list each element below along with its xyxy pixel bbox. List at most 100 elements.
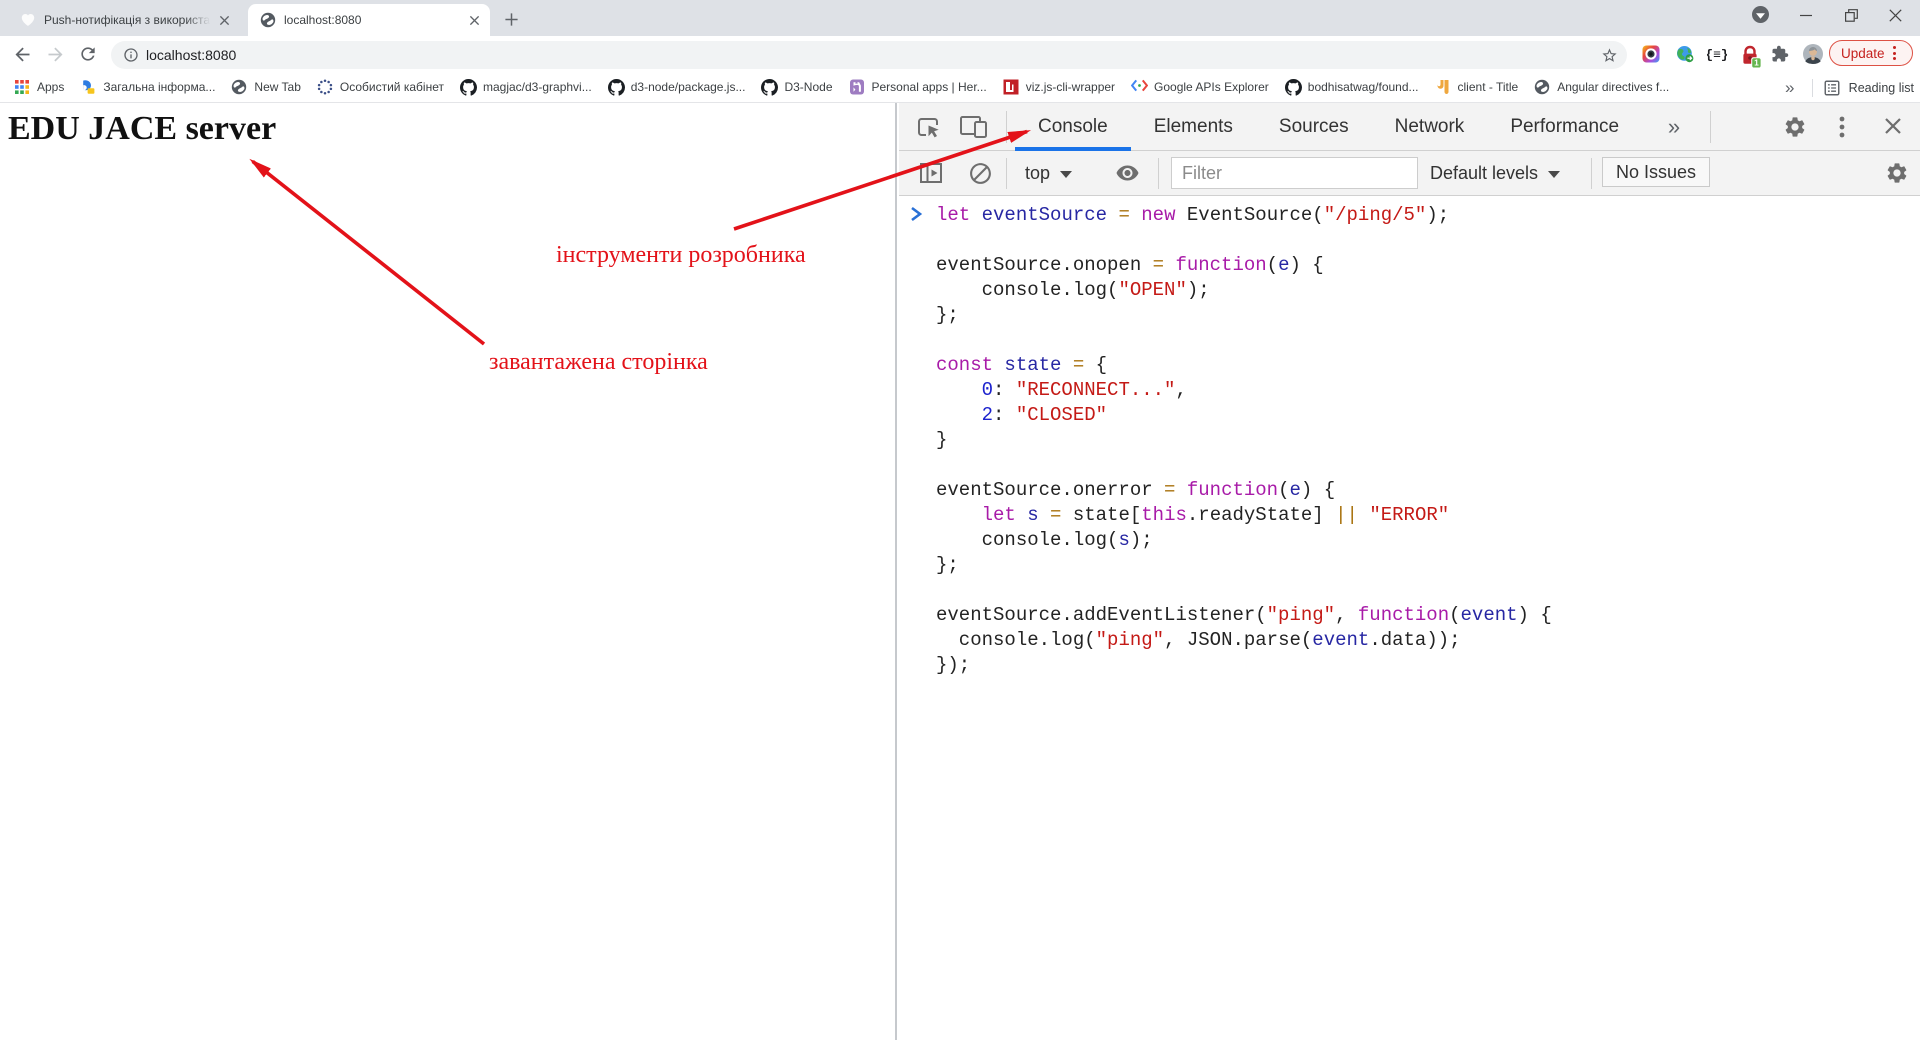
context-selector[interactable]: top: [1025, 158, 1072, 189]
console-code-line: console.log("OPEN");: [936, 278, 1552, 303]
profile-avatar[interactable]: [1803, 44, 1823, 64]
refresh-button[interactable]: [74, 40, 102, 68]
devtools-tab-elements[interactable]: Elements: [1131, 103, 1256, 151]
context-selector-label: top: [1025, 163, 1050, 184]
bookmarks-overflow-button[interactable]: »: [1778, 74, 1802, 102]
reading-list-label: Reading list: [1849, 81, 1914, 95]
dotted-spinner-icon: [317, 79, 333, 95]
console-settings-gear-icon[interactable]: [1885, 161, 1909, 185]
address-bar[interactable]: localhost:8080: [111, 41, 1627, 69]
inspect-element-icon[interactable]: [916, 114, 942, 140]
github-icon: [1285, 79, 1301, 95]
globe-dark-icon: [1534, 79, 1550, 95]
bookmark-label: Google APIs Explorer: [1154, 80, 1269, 94]
bookmark-item[interactable]: Apps: [14, 79, 64, 95]
devtools-close-icon[interactable]: [1883, 116, 1903, 136]
more-tabs-button[interactable]: »: [1661, 115, 1687, 139]
caret-down-icon: [1756, 6, 1765, 24]
console-code-line: console.log("ping", JSON.parse(event.dat…: [936, 628, 1552, 653]
tab-localhost[interactable]: localhost:8080: [248, 4, 490, 36]
clear-console-icon[interactable]: [967, 160, 993, 186]
window-close-button[interactable]: [1874, 0, 1916, 30]
menu-kebab-icon[interactable]: [1893, 46, 1896, 60]
bookmark-item[interactable]: Google APIs Explorer: [1131, 79, 1269, 95]
bookmark-label: New Tab: [254, 80, 300, 94]
bookmark-item[interactable]: Особистий кабінет: [317, 79, 444, 95]
extension-globe-icon[interactable]: [1676, 45, 1694, 63]
no-issues-button[interactable]: No Issues: [1602, 157, 1710, 187]
bookmark-label: Angular directives f...: [1557, 80, 1669, 94]
tab-strip: Push-нотифікація з використанн localhost…: [0, 0, 1920, 36]
devtools-tab-network[interactable]: Network: [1372, 103, 1488, 151]
bookmark-item[interactable]: viz.js-cli-wrapper: [1003, 79, 1115, 95]
tab-title: localhost:8080: [284, 13, 462, 27]
devtools-tab-sources[interactable]: Sources: [1256, 103, 1372, 151]
new-tab-button[interactable]: [498, 6, 524, 32]
console-code-line: [936, 328, 1552, 353]
toolbar-separator: [1006, 111, 1007, 143]
bookmark-item[interactable]: New Tab: [231, 79, 300, 95]
window-minimize-button[interactable]: [1785, 0, 1827, 30]
caret-down-icon: [1548, 171, 1560, 178]
update-button[interactable]: Update: [1829, 40, 1913, 66]
bookmarks-separator: [1812, 79, 1813, 97]
bookmarks-right: » Reading list: [1778, 72, 1920, 103]
ua-site-icon: [80, 79, 96, 95]
bookmark-item[interactable]: magjac/d3-graphvi...: [460, 79, 592, 95]
bookmark-item[interactable]: Personal apps | Her...: [849, 79, 987, 95]
bookmark-label: Загальна інформа...: [103, 80, 215, 94]
github-icon: [460, 79, 476, 95]
console-toolbar: top Filter Default levels No Issues: [899, 151, 1920, 196]
tab-search-button[interactable]: [1752, 6, 1769, 23]
device-toolbar-icon[interactable]: [959, 113, 989, 141]
tab-push-notification[interactable]: Push-нотифікація з використанн: [8, 4, 240, 36]
console-area[interactable]: let eventSource = new EventSource("/ping…: [899, 197, 1920, 1040]
console-input-code[interactable]: let eventSource = new EventSource("/ping…: [936, 203, 1552, 678]
github-icon: [761, 79, 777, 95]
console-sidebar-icon[interactable]: [918, 160, 944, 186]
toolbar-separator: [1710, 111, 1711, 143]
console-filter-input[interactable]: Filter: [1171, 157, 1418, 189]
console-code-line: let eventSource = new EventSource("/ping…: [936, 203, 1552, 228]
console-code-line: });: [936, 653, 1552, 678]
devtools-tab-performance[interactable]: Performance: [1487, 103, 1642, 151]
extension-camera-icon[interactable]: [1642, 45, 1660, 63]
reading-list-button[interactable]: Reading list: [1823, 79, 1914, 97]
bookmark-star-icon[interactable]: [1601, 47, 1618, 64]
bookmark-label: d3-node/package.js...: [631, 80, 746, 94]
extension-lock-icon[interactable]: 1: [1740, 45, 1762, 69]
bookmark-item[interactable]: Angular directives f...: [1534, 79, 1669, 95]
live-expression-eye-icon[interactable]: [1111, 161, 1143, 185]
tab-close-icon[interactable]: [216, 12, 232, 28]
back-button[interactable]: [8, 40, 36, 68]
devtools-tab-console[interactable]: Console: [1015, 103, 1131, 151]
devtools-kebab-icon[interactable]: [1837, 115, 1847, 139]
site-info-icon[interactable]: [123, 47, 139, 63]
forward-button[interactable]: [41, 40, 69, 68]
devtools-panel: ConsoleElementsSourcesNetworkPerformance…: [895, 103, 1920, 1040]
bookmark-item[interactable]: Загальна інформа...: [80, 79, 215, 95]
tab-close-icon[interactable]: [466, 12, 482, 28]
bookmark-label: Apps: [37, 80, 64, 94]
extensions-puzzle-icon[interactable]: [1771, 45, 1789, 63]
toolbar-separator: [1006, 158, 1007, 189]
extension-json-icon[interactable]: {≡}: [1707, 45, 1727, 63]
window-restore-button[interactable]: [1830, 0, 1872, 30]
bookmark-label: magjac/d3-graphvi...: [483, 80, 592, 94]
bookmark-item[interactable]: D3-Node: [761, 79, 832, 95]
log-levels-dropdown[interactable]: Default levels: [1430, 158, 1560, 189]
console-code-line: console.log(s);: [936, 528, 1552, 553]
bookmark-label: Особистий кабінет: [340, 80, 444, 94]
bookmark-item[interactable]: client - Title: [1435, 79, 1519, 95]
console-code-line: }: [936, 428, 1552, 453]
update-label: Update: [1841, 46, 1885, 61]
devtools-settings-gear-icon[interactable]: [1783, 115, 1807, 139]
caret-down-icon: [1060, 171, 1072, 178]
bookmark-label: Personal apps | Her...: [872, 80, 987, 94]
bookmark-item[interactable]: bodhisatwag/found...: [1285, 79, 1419, 95]
annotation-page: завантажена сторінка: [489, 349, 708, 376]
address-url[interactable]: localhost:8080: [146, 47, 236, 63]
bookmark-item[interactable]: d3-node/package.js...: [608, 79, 746, 95]
bookmark-label: bodhisatwag/found...: [1308, 80, 1419, 94]
npm-icon: [1003, 79, 1019, 95]
